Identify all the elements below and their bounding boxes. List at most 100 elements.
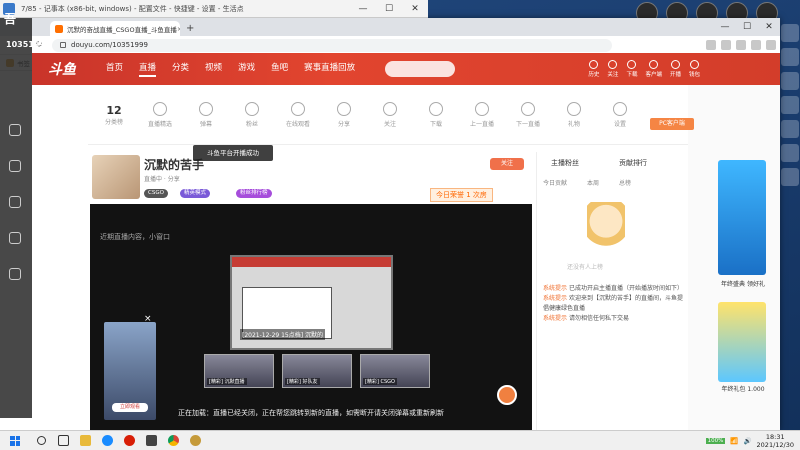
room-toolbar-item[interactable]: 弹幕 (188, 101, 224, 128)
url-input[interactable]: douyu.com/10351999 (52, 38, 612, 52)
header-icon-item[interactable]: 开播 (670, 60, 681, 78)
site-nav-item[interactable]: 鱼吧 (271, 61, 288, 77)
header-icon (689, 60, 699, 69)
site-nav-item[interactable]: 分类 (172, 61, 189, 77)
desktop-shortcut-icon[interactable] (781, 48, 799, 66)
room-toolbar-item[interactable]: 礼物 (556, 101, 592, 128)
event-banner[interactable] (718, 160, 766, 275)
room-toolbar-item[interactable]: 在线观看 (280, 101, 316, 128)
room-toolbar-item[interactable]: 上一直播 (464, 101, 500, 128)
music-icon[interactable] (118, 431, 140, 450)
room-toolbar-item[interactable]: 粉丝 (234, 101, 270, 128)
game-icon[interactable] (184, 431, 206, 450)
file-explorer-icon[interactable] (74, 431, 96, 450)
room-toolbar-item[interactable]: 下载 (418, 101, 454, 128)
desktop-shortcut-icon[interactable] (781, 168, 799, 186)
desktop-shortcut[interactable] (0, 221, 30, 257)
site-nav-item[interactable]: 首页 (106, 61, 123, 77)
header-icon-item[interactable]: 历史 (588, 60, 599, 78)
close-icon[interactable]: × (144, 314, 152, 324)
desktop-shortcut[interactable] (0, 113, 30, 149)
volume-icon[interactable]: 🔊 (743, 437, 751, 445)
minimize-button[interactable]: — (714, 22, 736, 32)
close-button[interactable]: ✕ (402, 0, 428, 18)
tag-game[interactable]: CSGO (144, 189, 168, 198)
clock[interactable]: 18:31 2021/12/30 (757, 433, 794, 449)
browser-tab[interactable]: 沉默的奋战直播_CSGO直播_斗鱼直播 × (50, 21, 180, 36)
room-toolbar-item[interactable]: 直播精选 (142, 101, 178, 128)
room-toolbar-icon (613, 101, 627, 116)
battery-indicator[interactable]: 100% (705, 437, 726, 444)
avatar[interactable] (92, 155, 140, 199)
ad-watch-button[interactable]: 立即观看 (112, 403, 148, 412)
recommend-thumb[interactable]: [精彩] 沉默直播 (204, 354, 274, 388)
site-nav-item[interactable]: 视频 (205, 61, 222, 77)
extension-icon[interactable] (751, 40, 761, 50)
event-banner-text: 年终盛典 领好礼 (721, 281, 765, 288)
follow-button[interactable]: 关注 (490, 158, 524, 170)
room-toolbar-item[interactable]: 关注 (372, 101, 408, 128)
room-toolbar-item[interactable]: 分享 (326, 101, 362, 128)
gift-banner-text: 年终礼包 1.000 (721, 386, 765, 393)
gift-icon[interactable] (497, 385, 517, 405)
ad-card[interactable]: × 立即观看 (104, 314, 156, 420)
room-toolbar-icon (567, 101, 581, 116)
header-icon-item[interactable]: 下载 (626, 60, 637, 78)
subtab-total[interactable]: 总榜 (619, 178, 631, 187)
maximize-button[interactable]: ☐ (376, 0, 402, 18)
new-tab-button[interactable]: + (186, 21, 194, 36)
stream-preview[interactable]: [2021-12-29 15点档] 沉默的 (230, 255, 393, 350)
header-icon-item[interactable]: 关注 (607, 60, 618, 78)
site-nav-item[interactable]: 游戏 (238, 61, 255, 77)
site-logo[interactable]: 斗鱼 (48, 59, 76, 79)
room-toolbar-item[interactable]: 下一直播 (510, 101, 546, 128)
site-nav-item[interactable]: 直播 (139, 61, 157, 77)
preview-bar (232, 257, 391, 267)
subtab-week[interactable]: 本周 (587, 178, 599, 187)
recommend-thumb[interactable]: [精彩] 好队友 (282, 354, 352, 388)
browser-icon[interactable] (96, 431, 118, 450)
extension-icon[interactable] (736, 40, 746, 50)
tab-fans[interactable]: 主播粉丝 (551, 158, 579, 168)
minimize-button[interactable]: — (350, 0, 376, 18)
tag-mode[interactable]: 精英模式 (180, 189, 211, 198)
maximize-button[interactable]: ☐ (736, 22, 758, 32)
player-message: 正在加载：直播已经关闭，正在帮您跳转到新的直播，如需断开请关闭弹幕或重新刷新 (178, 409, 444, 417)
tag-fans[interactable]: 粉丝排行榜 (236, 189, 272, 198)
gift-banner[interactable] (718, 302, 766, 382)
pc-client-button[interactable]: PC客户端 (650, 118, 694, 130)
chrome-icon[interactable] (162, 431, 184, 450)
desktop-shortcut[interactable] (0, 185, 30, 221)
site-search-input[interactable] (385, 61, 456, 77)
network-icon[interactable]: 📶 (730, 437, 738, 445)
desktop-shortcut-icon[interactable] (781, 96, 799, 114)
close-tab-icon[interactable]: × (177, 25, 180, 33)
player-controls[interactable]: 近期直播内容，小窗口 (100, 232, 170, 242)
room-toolbar-item[interactable]: 设置 (602, 101, 638, 128)
extension-icon[interactable] (706, 40, 716, 50)
desktop-shortcut-icon[interactable] (781, 72, 799, 90)
header-icon-item[interactable]: 客户端 (645, 60, 662, 78)
close-button[interactable]: ✕ (758, 22, 780, 32)
desktop-shortcut-icon[interactable] (781, 24, 799, 42)
task-view-icon[interactable] (52, 431, 74, 450)
app-icon[interactable] (140, 431, 162, 450)
extensions (706, 40, 776, 50)
extension-icon[interactable] (766, 40, 776, 50)
extension-icon[interactable] (721, 40, 731, 50)
start-button[interactable] (0, 435, 30, 446)
search-icon[interactable] (30, 431, 52, 450)
desktop-shortcut-icon[interactable] (781, 144, 799, 162)
header-icon-item[interactable]: 钱包 (689, 60, 700, 78)
category-rank[interactable]: 12 分类榜 (96, 104, 132, 126)
desktop-shortcut[interactable] (0, 149, 30, 185)
tab-contribution[interactable]: 贡献排行 (619, 158, 647, 168)
rank-tabs: 主播粉丝 贡献排行 (537, 152, 686, 174)
subtab-today[interactable]: 今日贡献 (543, 178, 567, 187)
preview-caption: [2021-12-29 15点档] 沉默的 (240, 329, 326, 340)
rank-label: 分类榜 (104, 118, 123, 126)
site-nav-item[interactable]: 赛事直播回放 (304, 61, 355, 77)
recommend-thumb[interactable]: [精彩] CSGO (360, 354, 430, 388)
desktop-shortcut-icon[interactable] (781, 120, 799, 138)
desktop-shortcut[interactable] (0, 257, 30, 293)
